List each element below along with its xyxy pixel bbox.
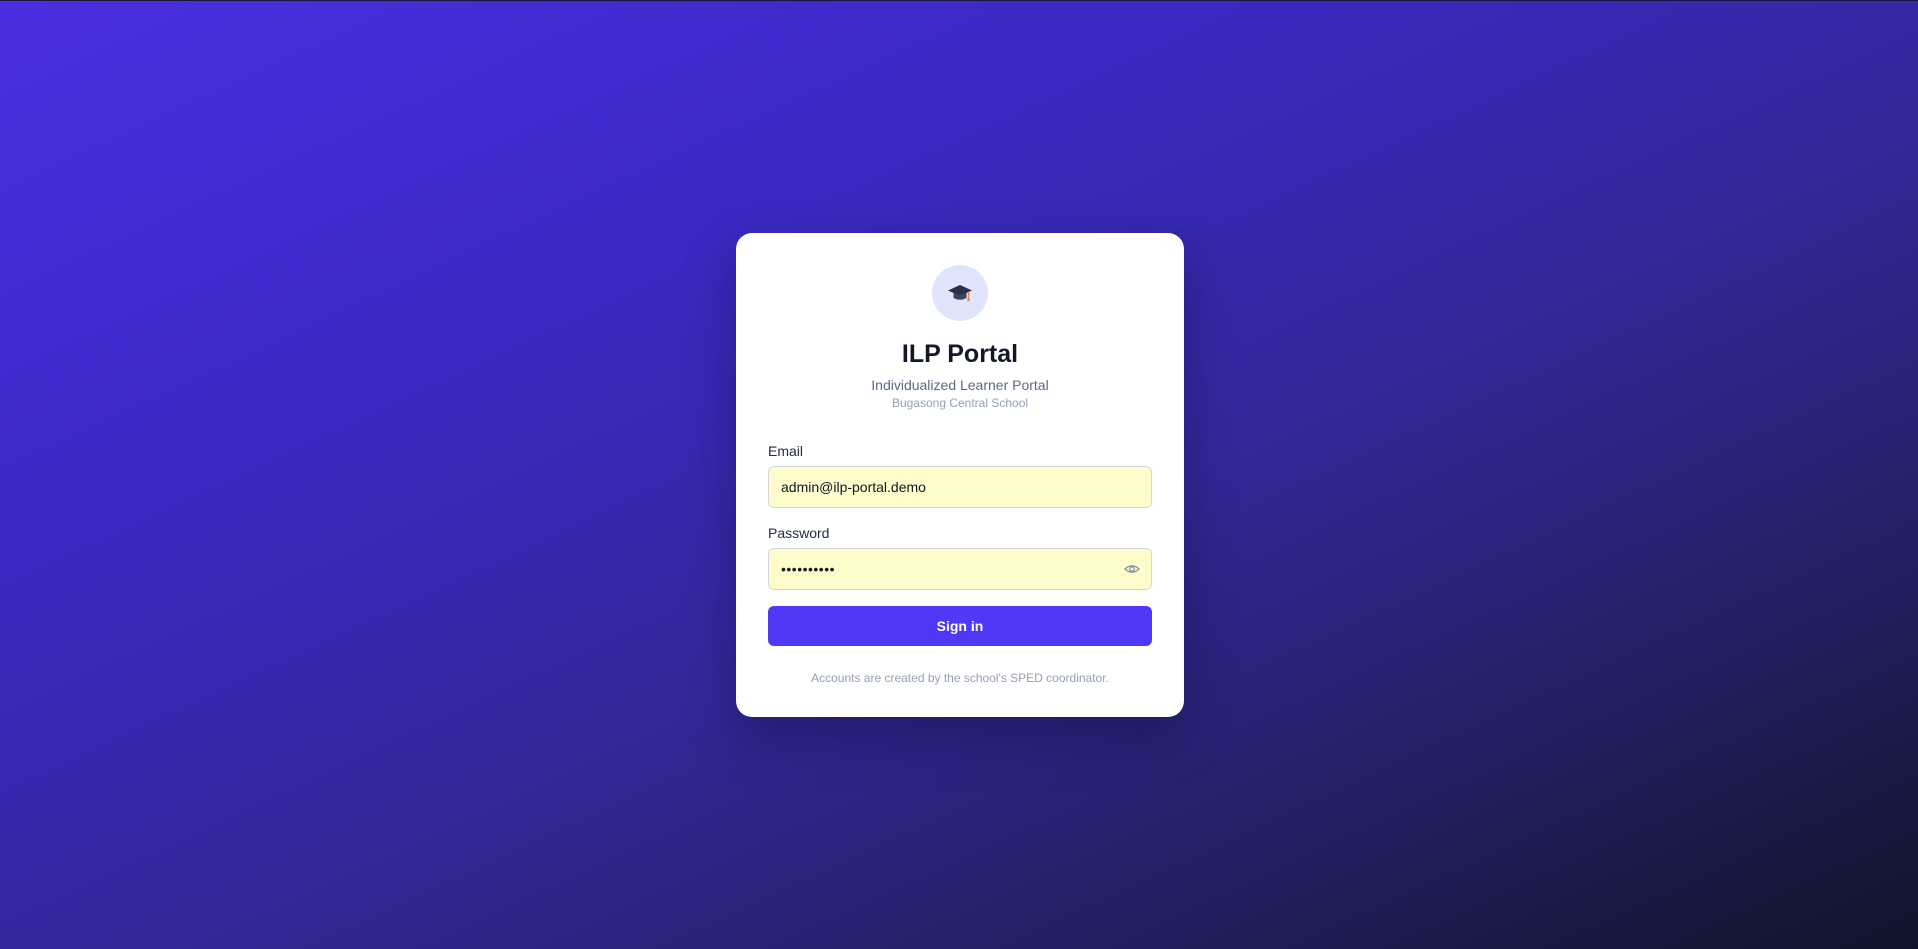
logo-badge <box>932 265 988 321</box>
password-field[interactable] <box>768 548 1152 590</box>
app-title: ILP Portal <box>901 340 1019 368</box>
email-label: Email <box>768 443 804 459</box>
window-top-border <box>0 0 1918 1</box>
login-card: ILP Portal Individualized Learner Portal… <box>736 233 1184 717</box>
school-name: Bugasong Central School <box>891 396 1029 410</box>
app-subtitle: Individualized Learner Portal <box>871 377 1049 393</box>
email-field-wrapper <box>768 466 1152 508</box>
password-field-wrapper <box>768 548 1152 590</box>
email-field[interactable] <box>768 466 1152 508</box>
show-password-button[interactable] <box>1122 559 1142 579</box>
account-note: Accounts are created by the school's SPE… <box>811 671 1109 685</box>
password-label: Password <box>768 525 830 541</box>
eye-icon <box>1124 565 1140 573</box>
sign-in-button[interactable]: Sign in <box>768 606 1152 646</box>
graduation-cap-icon <box>948 285 972 302</box>
